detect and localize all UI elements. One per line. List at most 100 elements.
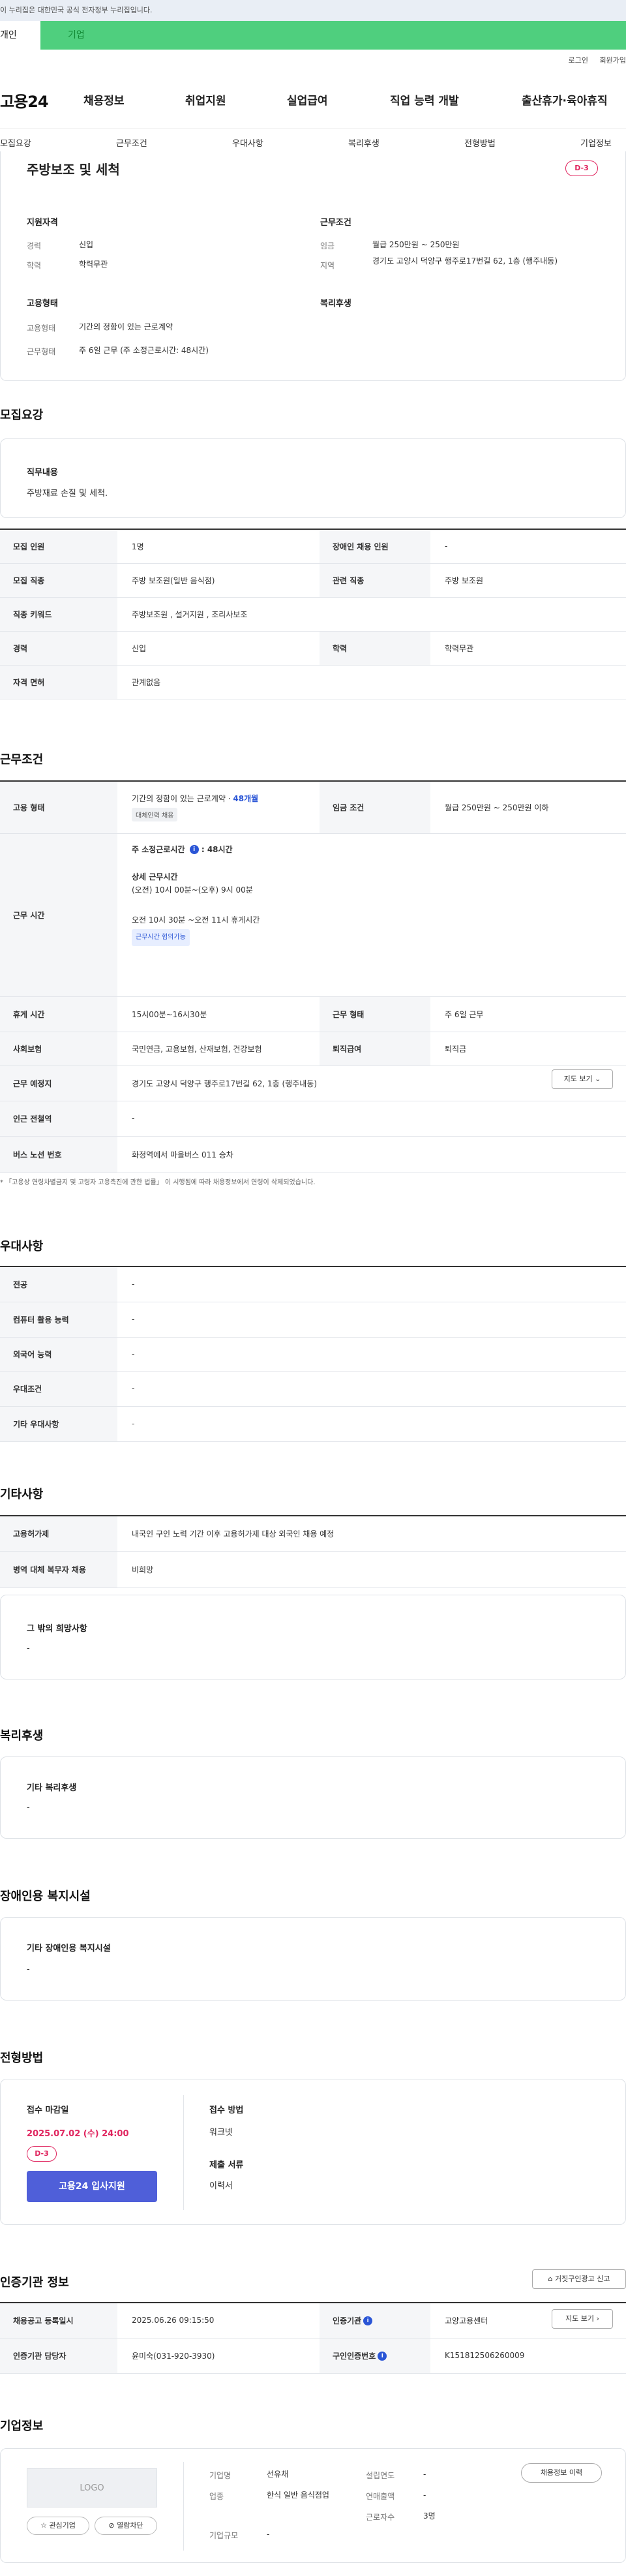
region-label: 지역	[320, 261, 335, 270]
wage-row-value: 월급 250만원 ~ 250만원 이하	[430, 781, 626, 834]
pref-title: 우대사항	[0, 1240, 44, 1253]
language-value: -	[117, 1337, 626, 1372]
staff-value: 3명	[423, 2511, 436, 2521]
info-icon[interactable]: i	[378, 2352, 387, 2361]
apply-title: 전형방법	[0, 2051, 44, 2065]
subnav-pref[interactable]: 우대사항	[232, 136, 263, 149]
table-row: 우대조건 -	[0, 1371, 626, 1407]
industry-label: 업종	[209, 2492, 224, 2501]
foreign-value: 내국인 구인 노력 기간 이후 고용허가제 대상 외국인 채용 예정	[117, 1516, 626, 1552]
agency-table: 채용공고 등록일시 2025.06.26 09:15:50 인증기관 i 고양고용…	[0, 2302, 626, 2374]
favorite-company-button[interactable]: ☆ 관심기업	[27, 2517, 89, 2535]
subnav-company[interactable]: 기업정보	[580, 136, 612, 149]
headcount-value: 1명	[117, 529, 320, 564]
site-logo[interactable]: 고용24	[0, 89, 49, 112]
deadline-value: 2025.07.02 (수) 24:00	[27, 2129, 129, 2139]
pref-table: 전공 - 컴퓨터 활용 능력 - 외국어 능력 - 우대조건 - 기타 우대사항 -	[0, 1266, 626, 1442]
hours-negotiable-tag: 근무시간 협의가능	[132, 928, 190, 946]
disabled-card-heading: 기타 장애인용 복지시설	[27, 1944, 111, 1954]
etc-table: 고용허가제 내국인 구인 노력 기간 이후 고용허가제 대상 외국인 채용 예정 …	[0, 1515, 626, 1588]
table-row: 휴게 시간 15시00분~16시30분 근무 형태 주 6일 근무	[0, 996, 626, 1032]
disabled-title: 장애인용 복지시설	[0, 1890, 91, 1903]
worktype-label: 근무형태	[27, 347, 56, 356]
report-fake-ad-button[interactable]: ⌂ 거짓구인광고 신고	[532, 2269, 626, 2289]
table-row: 고용 형태 기간의 정함이 있는 근로계약 · 48개월 대체인력 채용 임금 …	[0, 781, 626, 834]
info-icon[interactable]: i	[189, 845, 199, 854]
table-row: 근무 예정지 경기도 고양시 덕양구 행주로17번길 62, 1층 (행주내동)	[0, 1066, 626, 1101]
reg-date-label: 채용공고 등록일시	[0, 2303, 117, 2338]
duty-card: 직무내용 주방재료 손질 및 세척.	[0, 438, 626, 518]
hiring-history-button[interactable]: 채용정보 이력	[521, 2463, 602, 2483]
subnav-recruit[interactable]: 모집요강	[0, 136, 31, 149]
job-title: 주방보조 및 세척	[27, 162, 120, 177]
agency-map-button[interactable]: 지도 보기 ›	[552, 2309, 613, 2329]
scale-value: -	[267, 2530, 270, 2539]
rest-label: 휴게 시간	[0, 996, 117, 1032]
career-label: 경력	[27, 241, 42, 251]
insurance-label: 사회보험	[0, 1032, 117, 1066]
star-icon: ☆	[40, 2521, 47, 2530]
contract-period-link[interactable]: 48개월	[233, 794, 258, 803]
gnb-parental-leave[interactable]: 출산휴가·육아휴직	[522, 91, 608, 108]
signup-link[interactable]: 회원가입	[600, 56, 626, 65]
recruit-table: 모집 인원 1명 장애인 채용 인원 - 모집 직종 주방 보조원(일반 음식점…	[0, 529, 626, 699]
edu-row-label: 학력	[320, 631, 430, 666]
job-label: 모집 직종	[0, 563, 117, 598]
computer-label: 컴퓨터 활용 능력	[0, 1302, 117, 1338]
info-icon[interactable]: i	[363, 2316, 373, 2326]
table-row: 경력 신입 학력 학력무관	[0, 631, 626, 666]
hours-label: 근무 시간	[0, 833, 117, 997]
login-link[interactable]: 로그인	[569, 56, 588, 65]
job-summary-card: 주방보조 및 세척 D-3 지원자격 경력 신입 학력 학력무관 근무조건 임금…	[0, 151, 626, 381]
company-divider	[183, 2462, 184, 2551]
gnb-unemployment-benefit[interactable]: 실업급여	[287, 91, 328, 108]
subnav-welfare[interactable]: 복리후생	[348, 136, 380, 149]
worktype-row-value: 주 6일 근무	[430, 996, 626, 1032]
duty-heading: 직무내용	[27, 468, 58, 478]
table-row: 모집 직종 주방 보조원(일반 음식점) 관련 직종 주방 보조원	[0, 563, 626, 598]
deadline-heading: 접수 마감일	[27, 2106, 69, 2115]
pref-cond-label: 우대조건	[0, 1371, 117, 1407]
table-row: 채용공고 등록일시 2025.06.26 09:15:50 인증기관 i 고양고용…	[0, 2303, 626, 2338]
qual-heading: 지원자격	[27, 218, 58, 228]
work-map-button[interactable]: 지도 보기 ⌄	[552, 1069, 613, 1089]
table-row: 모집 인원 1명 장애인 채용 인원 -	[0, 529, 626, 564]
subnav-apply[interactable]: 전형방법	[464, 136, 496, 149]
pref-etc-value: -	[117, 1406, 626, 1442]
rest-value: 15시00분~16시30분	[117, 996, 320, 1032]
block-icon: ⊘	[108, 2521, 115, 2530]
pref-etc-label: 기타 우대사항	[0, 1406, 117, 1442]
gnb-jobs[interactable]: 채용정보	[83, 91, 125, 108]
military-value: 비희망	[117, 1551, 626, 1588]
block-company-button[interactable]: ⊘ 열람차단	[95, 2517, 157, 2535]
company-name-label: 기업명	[209, 2471, 231, 2480]
table-row: 자격 면허 관계없음	[0, 665, 626, 699]
emptype-label: 고용형태	[27, 324, 56, 333]
welfare-heading: 복리후생	[320, 299, 351, 309]
apply-button[interactable]: 고용24 입사지원	[27, 2171, 157, 2202]
gnb-training[interactable]: 직업 능력 개발	[390, 91, 459, 108]
bus-label: 버스 노선 번호	[0, 1136, 117, 1173]
disabled-count-label: 장애인 채용 인원	[320, 529, 430, 564]
table-row: 기타 우대사항 -	[0, 1406, 626, 1442]
worktype-value: 주 6일 근무 (주 소정근로시간: 48시간)	[79, 346, 209, 355]
emp-heading: 고용형태	[27, 299, 58, 309]
table-row: 인증기관 담당자 윤미숙(031-920-3930) 구인인증번호 i K1518…	[0, 2338, 626, 2374]
duty-text: 주방재료 손질 및 세척.	[27, 489, 108, 498]
founded-value: -	[423, 2470, 426, 2479]
table-row: 사회보험 국민연금, 고용보험, 산재보험, 건강보험 퇴직급여 퇴직금	[0, 1032, 626, 1066]
retire-value: 퇴직금	[430, 1032, 626, 1066]
subnav-work[interactable]: 근무조건	[116, 136, 147, 149]
recruit-title: 모집요강	[0, 408, 44, 422]
method-value: 워크넷	[209, 2128, 233, 2138]
career-row-value: 신입	[117, 631, 320, 666]
place-value: 경기도 고양시 덕양구 행주로17번길 62, 1층 (행주내동)	[117, 1066, 626, 1101]
tab-person[interactable]: 개인	[0, 21, 40, 50]
major-value: -	[117, 1266, 626, 1302]
tab-company[interactable]: 기업	[68, 21, 85, 50]
method-heading: 접수 방법	[209, 2106, 244, 2115]
license-value: 관계없음	[117, 665, 626, 699]
gov-banner: 이 누리집은 대한민국 공식 전자정부 누리집입니다.	[0, 0, 626, 21]
gnb-employment-support[interactable]: 취업지원	[185, 91, 226, 108]
manager-value: 윤미숙(031-920-3930)	[117, 2338, 320, 2374]
